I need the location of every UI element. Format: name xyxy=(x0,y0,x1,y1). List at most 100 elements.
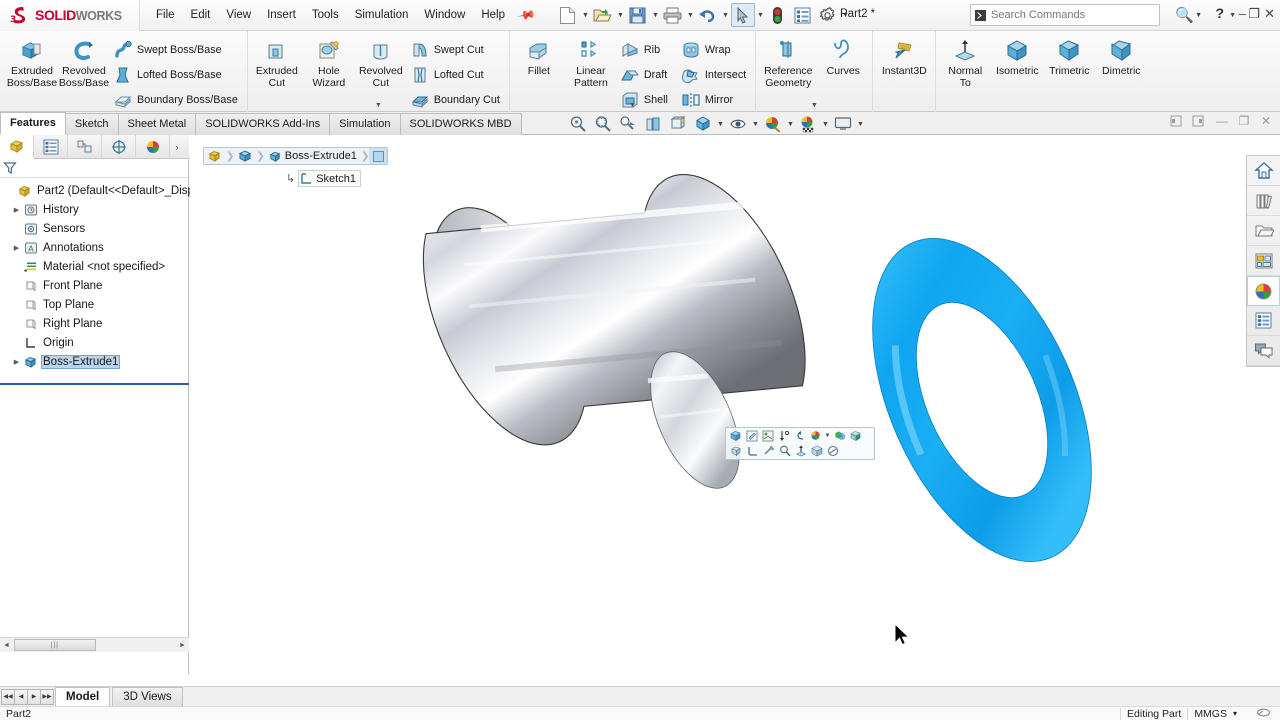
curves-button[interactable]: Curves ▼ xyxy=(811,33,869,109)
ctx-zoom-selection-button[interactable] xyxy=(777,444,792,458)
tree-item-annotations[interactable]: ▶ A Annotations xyxy=(2,238,188,257)
view-settings-caret[interactable]: ▼ xyxy=(856,113,865,135)
nav-first-button[interactable]: ◀◀ xyxy=(1,688,15,705)
ctx-isolate-button[interactable] xyxy=(848,429,863,443)
solidworks-forum-button[interactable] xyxy=(1247,336,1280,366)
menu-view[interactable]: View xyxy=(218,5,259,25)
trimetric-button[interactable]: Trimetric xyxy=(1043,33,1095,79)
hide-show-caret[interactable]: ▼ xyxy=(751,113,760,135)
display-style-caret[interactable]: ▼ xyxy=(716,113,725,135)
doc-minimize-button[interactable]: — xyxy=(1214,114,1230,128)
instant3d-button[interactable]: Instant3D xyxy=(876,33,932,79)
design-library-button[interactable] xyxy=(1247,186,1280,216)
zoom-to-fit-button[interactable] xyxy=(566,113,590,135)
search-commands-box[interactable] xyxy=(970,4,1160,26)
ctx-parent-child-button[interactable] xyxy=(792,429,807,443)
menu-simulation[interactable]: Simulation xyxy=(347,5,417,25)
bottom-tab-3d-views[interactable]: 3D Views xyxy=(112,687,183,706)
linear-pattern-caret[interactable]: ▼ xyxy=(629,102,636,109)
tab-solidworks-add-ins[interactable]: SOLIDWORKS Add-Ins xyxy=(195,113,331,135)
boundary-boss-base-button[interactable]: Boundary Boss/Base xyxy=(110,87,244,112)
tree-arrow-history[interactable]: ▶ xyxy=(10,206,23,214)
extruded-boss-base-button[interactable]: Extruded Boss/Base xyxy=(6,33,58,90)
revolved-boss-base-button[interactable]: Revolved Boss/Base xyxy=(58,33,110,90)
undo-button[interactable] xyxy=(696,3,720,27)
context-toolbar[interactable]: ▼ xyxy=(725,427,875,460)
feature-manager-tab[interactable] xyxy=(0,134,34,159)
tree-item-sensors[interactable]: Sensors xyxy=(2,219,188,238)
minimize-button[interactable]: – xyxy=(1239,6,1246,21)
configuration-manager-tab[interactable] xyxy=(68,134,102,159)
tree-item-boss-extrude1[interactable]: ▶ Boss-Extrude1 xyxy=(2,352,188,371)
tree-item-material[interactable]: Material <not specified> xyxy=(2,257,188,276)
ctx-feature-properties-button[interactable] xyxy=(729,444,744,458)
ctx-normal-to-button[interactable] xyxy=(793,444,808,458)
ctx-edit-sketch-button[interactable] xyxy=(744,429,759,443)
feature-tree-horizontal-scrollbar[interactable]: ◄ ||| ► xyxy=(0,637,189,652)
fillet-button[interactable]: Fillet ▼ xyxy=(513,33,636,109)
apply-scene-caret[interactable]: ▼ xyxy=(821,113,830,135)
draft-button[interactable]: Draft xyxy=(617,62,674,87)
extruded-cut-button[interactable]: Extruded Cut xyxy=(251,33,303,90)
search-caret-icon[interactable]: ▼ xyxy=(1195,12,1202,19)
display-manager-tab[interactable] xyxy=(136,134,170,159)
nav-prev-button[interactable]: ◀ xyxy=(14,688,28,705)
tab-sketch[interactable]: Sketch xyxy=(64,113,119,135)
rollback-bar[interactable] xyxy=(0,383,189,385)
save-caret[interactable]: ▼ xyxy=(651,3,660,27)
doc-close-button[interactable]: ✕ xyxy=(1258,114,1274,128)
tree-item-part2[interactable]: Part2 (Default<<Default>_Displa xyxy=(2,181,203,200)
lofted-boss-base-button[interactable]: Lofted Boss/Base xyxy=(110,62,244,87)
shell-button[interactable]: Shell xyxy=(617,87,674,112)
new-document-button[interactable] xyxy=(556,3,580,27)
tab-solidworks-mbd[interactable]: SOLIDWORKS MBD xyxy=(399,113,522,135)
pin-icon[interactable]: 📌 xyxy=(516,5,536,25)
more-tabs-chevron-icon[interactable]: › xyxy=(170,142,184,152)
property-manager-tab[interactable] xyxy=(34,134,68,159)
options-button[interactable] xyxy=(816,3,840,27)
tree-arrow-annotations[interactable]: ▶ xyxy=(10,244,23,252)
view-palette-button[interactable] xyxy=(1247,246,1280,276)
dimxpert-manager-tab[interactable] xyxy=(102,134,136,159)
hole-wizard-caret[interactable]: ▼ xyxy=(375,102,382,109)
doc-restore-button[interactable]: ❐ xyxy=(1236,114,1252,128)
open-document-button[interactable] xyxy=(591,3,615,27)
normal-to-button[interactable]: Normal To xyxy=(939,33,991,90)
ctx-hide-button[interactable] xyxy=(825,444,840,458)
save-button[interactable] xyxy=(626,3,650,27)
dimetric-button[interactable]: Dimetric xyxy=(1095,33,1147,79)
ctx-change-transparency-button[interactable] xyxy=(832,429,847,443)
collapse-left-button[interactable] xyxy=(1170,115,1186,127)
apply-scene-button[interactable] xyxy=(796,113,820,135)
tab-sheet-metal[interactable]: Sheet Metal xyxy=(117,113,197,135)
curves-caret[interactable]: ▼ xyxy=(811,102,818,109)
cylinder-model[interactable] xyxy=(399,135,1136,675)
model-viewport[interactable] xyxy=(190,135,1280,675)
ctx-select-tangency-button[interactable] xyxy=(745,444,760,458)
mirror-button[interactable]: Mirror xyxy=(678,87,752,112)
close-button[interactable]: ✕ xyxy=(1264,6,1275,22)
lofted-cut-button[interactable]: Lofted Cut xyxy=(407,62,506,87)
tree-item-origin[interactable]: Origin xyxy=(2,333,188,352)
print-caret[interactable]: ▼ xyxy=(686,3,695,27)
restore-button[interactable]: ❐ xyxy=(1248,6,1260,22)
previous-view-button[interactable] xyxy=(616,113,640,135)
isometric-button[interactable]: Isometric xyxy=(991,33,1043,79)
tree-item-right-plane[interactable]: Right Plane xyxy=(2,314,188,333)
file-explorer-button[interactable] xyxy=(1247,216,1280,246)
new-document-caret[interactable]: ▼ xyxy=(581,3,590,27)
tree-item-front-plane[interactable]: Front Plane xyxy=(2,276,188,295)
select-caret[interactable]: ▼ xyxy=(756,3,765,27)
help-button[interactable]: ? xyxy=(1215,5,1224,21)
open-document-caret[interactable]: ▼ xyxy=(616,3,625,27)
print-button[interactable] xyxy=(661,3,685,27)
file-properties-button[interactable] xyxy=(791,3,815,27)
display-style-button[interactable] xyxy=(691,113,715,135)
boundary-cut-button[interactable]: Boundary Cut xyxy=(407,87,506,112)
menu-window[interactable]: Window xyxy=(416,5,473,25)
reference-geometry-button[interactable]: Reference Geometry ▼ xyxy=(759,33,818,109)
scroll-right-arrow[interactable]: ► xyxy=(176,642,189,649)
nav-last-button[interactable]: ▶▶ xyxy=(40,688,54,705)
undo-caret[interactable]: ▼ xyxy=(721,3,730,27)
tab-simulation[interactable]: Simulation xyxy=(329,113,401,135)
